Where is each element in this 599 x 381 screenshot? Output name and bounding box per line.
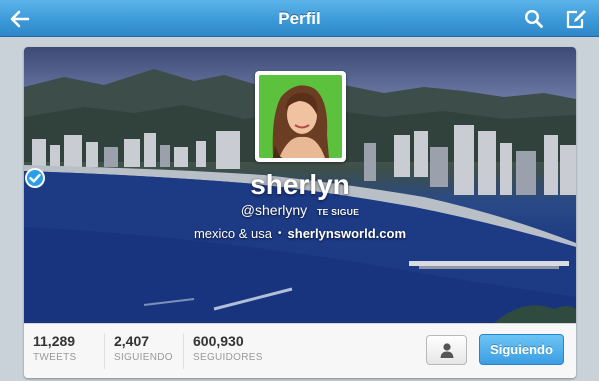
meta-separator: • <box>278 227 282 239</box>
cover-photo: sherlyn @sherlyny TE SIGUE mexico & usa … <box>24 47 576 323</box>
avatar-photo <box>259 75 342 158</box>
following-button[interactable]: Siguiendo <box>479 334 564 365</box>
search-icon <box>524 9 543 28</box>
stat-following-label: SIGUIENDO <box>114 352 173 363</box>
profile-website-link[interactable]: sherlynsworld.com <box>288 226 406 241</box>
stat-following[interactable]: 2,407 SIGUIENDO <box>104 333 183 369</box>
profile-location: mexico & usa <box>193 225 273 241</box>
profile-handle: @sherlyny <box>240 202 308 218</box>
stat-followers-label: SEGUIDORES <box>193 352 263 363</box>
stat-tweets-value: 11,289 <box>33 333 76 349</box>
stat-followers[interactable]: 600,930 SEGUIDORES <box>183 333 283 369</box>
stat-following-value: 2,407 <box>114 333 150 349</box>
stat-tweets[interactable]: 11,289 TWEETS <box>24 333 104 369</box>
person-icon <box>440 343 453 358</box>
page-title: Perfil <box>278 9 321 28</box>
handle-row: @sherlyny TE SIGUE <box>24 202 576 222</box>
compose-icon <box>566 9 586 28</box>
stat-followers-value: 600,930 <box>193 333 244 349</box>
name-row: sherlyn <box>24 167 576 203</box>
avatar-image <box>259 75 342 158</box>
profile-meta: mexico & usa • sherlynsworld.com <box>24 223 576 243</box>
verified-badge-icon <box>25 168 45 188</box>
profile-card: sherlyn @sherlyny TE SIGUE mexico & usa … <box>24 47 576 378</box>
follows-you-badge: TE SIGUE <box>317 207 360 217</box>
search-button[interactable] <box>514 0 554 37</box>
stat-tweets-label: TWEETS <box>33 352 77 363</box>
profile-name: sherlyn <box>250 169 350 200</box>
user-actions-button[interactable] <box>426 335 467 365</box>
navbar: Perfil <box>0 0 599 37</box>
compose-button[interactable] <box>556 0 596 37</box>
avatar[interactable] <box>255 71 346 162</box>
